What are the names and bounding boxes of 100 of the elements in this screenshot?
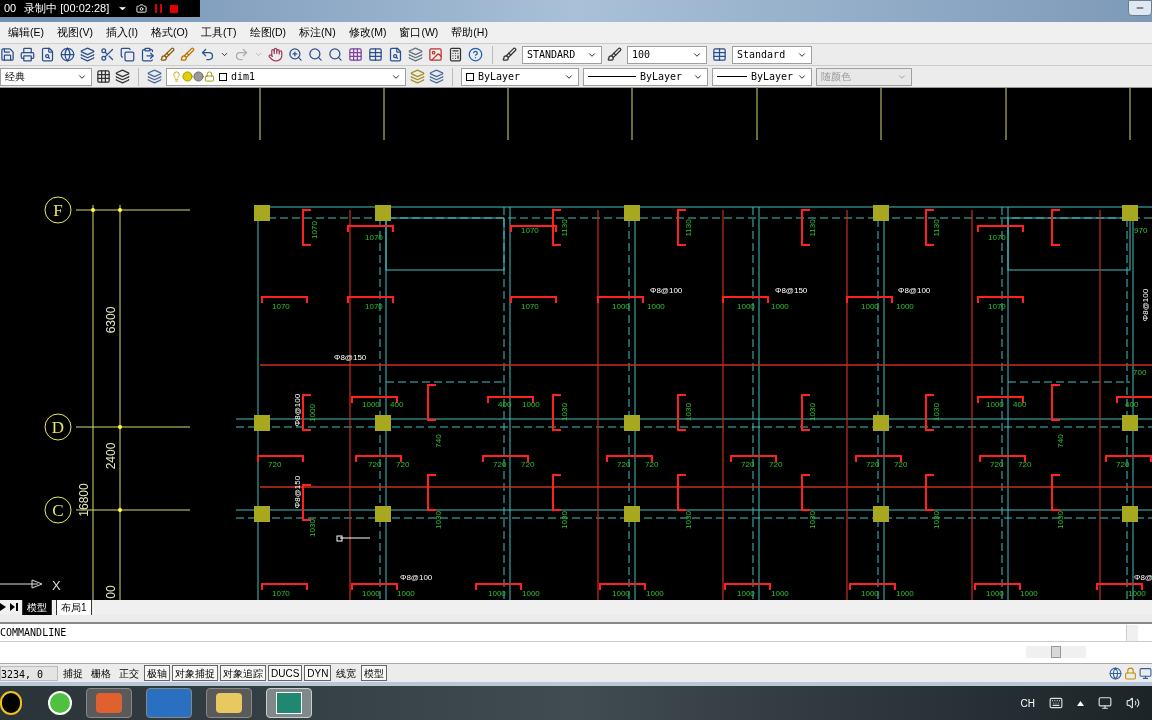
command-line-panel[interactable]: COMMANDLINE: [0, 624, 1152, 664]
layer-previous-icon[interactable]: [429, 69, 444, 84]
dimension-text: 1000: [647, 302, 665, 311]
dimension-text: 1000: [612, 589, 630, 598]
copy-icon[interactable]: [120, 47, 135, 62]
preview-icon[interactable]: [40, 47, 55, 62]
menu-item[interactable]: 编辑(E): [8, 24, 44, 41]
minimize-button[interactable]: [1128, 0, 1152, 16]
dimension-text: 740: [434, 434, 443, 448]
menu-item[interactable]: 视图(V): [57, 24, 93, 41]
paste-icon[interactable]: [140, 47, 155, 62]
drawing-canvas[interactable]: [0, 88, 1152, 600]
dimension-text: 720: [990, 460, 1004, 469]
rebar-label: Φ8@150: [334, 353, 367, 362]
menu-item[interactable]: 帮助(H): [451, 24, 488, 41]
padlock-icon[interactable]: [204, 71, 215, 82]
folder-app-button[interactable]: [206, 688, 252, 718]
keyboard-icon[interactable]: [1049, 696, 1063, 710]
status-toggle[interactable]: 对象追踪: [220, 665, 266, 681]
workspace-settings-icon[interactable]: [96, 69, 111, 84]
dimension-text: 1000: [896, 589, 914, 598]
workspace-dropdown[interactable]: 经典: [0, 67, 92, 86]
language-indicator[interactable]: CH: [1020, 695, 1035, 711]
layer-dropdown[interactable]: dim1: [166, 67, 406, 86]
window-icon[interactable]: [1139, 666, 1152, 680]
linetype-dropdown[interactable]: ByLayer: [583, 67, 708, 86]
dimension-text: 720: [866, 460, 880, 469]
scrollbar[interactable]: [1026, 646, 1086, 658]
dimension-text: 1030: [1056, 511, 1065, 529]
properties-icon[interactable]: [348, 47, 363, 62]
design-center-icon[interactable]: [368, 47, 383, 62]
camera-icon[interactable]: [136, 3, 148, 14]
command-history-text: COMMANDLINE: [0, 626, 68, 640]
pause-icon[interactable]: [155, 4, 163, 13]
menu-item[interactable]: 修改(M): [348, 24, 387, 41]
make-current-icon[interactable]: [410, 69, 425, 84]
publish-icon[interactable]: [80, 47, 95, 62]
status-toggle[interactable]: 栅格: [88, 665, 114, 681]
dimension-text: 1000: [612, 302, 630, 311]
globe-icon[interactable]: [1109, 666, 1122, 680]
dimension-text: 1000: [308, 404, 317, 422]
undo-icon[interactable]: [200, 47, 215, 62]
tool-palette-icon[interactable]: [388, 47, 403, 62]
status-toggle[interactable]: 捕捉: [60, 665, 86, 681]
workspace-icon[interactable]: [115, 69, 130, 84]
dimension-text: 1130: [560, 219, 569, 237]
text-style-dropdown[interactable]: STANDARD: [522, 45, 602, 64]
menu-item[interactable]: 格式(O): [150, 24, 189, 41]
cut-icon[interactable]: [100, 47, 115, 62]
volume-icon[interactable]: [1126, 696, 1140, 710]
zoom-previous-icon[interactable]: [328, 47, 343, 62]
menu-item[interactable]: 窗口(W): [399, 24, 439, 41]
dimension-text: 1000: [397, 589, 415, 598]
status-toggle[interactable]: 正交: [116, 665, 142, 681]
axis-bubble: C: [44, 496, 72, 524]
status-toggle[interactable]: 模型: [361, 665, 388, 681]
caret-icon[interactable]: [220, 50, 229, 59]
zoom-icon[interactable]: [288, 47, 303, 62]
match-properties-icon[interactable]: [180, 47, 195, 62]
table-style-dropdown[interactable]: Standard: [732, 45, 812, 64]
globe-icon[interactable]: [60, 47, 75, 62]
sheet-set-icon[interactable]: [408, 47, 423, 62]
markup-icon[interactable]: [428, 47, 443, 62]
dimension-scale-dropdown[interactable]: 100: [627, 45, 707, 64]
lineweight-dropdown[interactable]: ByLayer: [712, 67, 812, 86]
color-swatch-icon: [219, 72, 227, 81]
calculator-icon[interactable]: [448, 47, 463, 62]
save-icon[interactable]: [0, 47, 15, 62]
last-tab-icon[interactable]: [10, 603, 18, 611]
cad-app-button[interactable]: [266, 688, 312, 718]
zoom-window-icon[interactable]: [308, 47, 323, 62]
menu-item[interactable]: 标注(N): [299, 24, 336, 41]
dimension-text: 720: [769, 460, 783, 469]
menu-item[interactable]: 绘图(D): [249, 24, 287, 41]
status-toggle[interactable]: DYN: [304, 665, 332, 681]
layer-manager-icon[interactable]: [147, 69, 162, 84]
stop-icon[interactable]: [170, 4, 179, 13]
rebar-label: Φ8@100: [1141, 288, 1150, 322]
color-dropdown[interactable]: ByLayer: [461, 67, 579, 86]
help-icon[interactable]: [468, 47, 483, 62]
menu-item[interactable]: 工具(T): [201, 24, 237, 41]
status-toggle[interactable]: 对象捕捉: [172, 665, 218, 681]
dimension-text: 1000: [986, 400, 1004, 409]
network-icon[interactable]: [1098, 696, 1112, 710]
dimension-text: 720: [1116, 460, 1130, 469]
recorder-text: 00: [4, 1, 17, 17]
rebar-label: Φ8@100: [650, 286, 683, 295]
print-icon[interactable]: [20, 47, 35, 62]
next-tab-icon[interactable]: [0, 603, 6, 611]
pan-icon[interactable]: [268, 47, 283, 62]
dimension-style-icon: [607, 47, 622, 62]
dimension-text: 1000: [1020, 589, 1038, 598]
status-toggle[interactable]: 极轴: [144, 665, 170, 681]
menu-item[interactable]: 插入(I): [106, 24, 138, 41]
status-toggle[interactable]: 线宽: [333, 665, 360, 681]
dimension-text: 720: [741, 460, 755, 469]
status-toggle[interactable]: DUCS: [268, 665, 303, 681]
ucs-axis-arrow: [0, 579, 43, 589]
brush-icon[interactable]: [160, 47, 175, 62]
tray-expand-icon[interactable]: [1077, 700, 1084, 706]
